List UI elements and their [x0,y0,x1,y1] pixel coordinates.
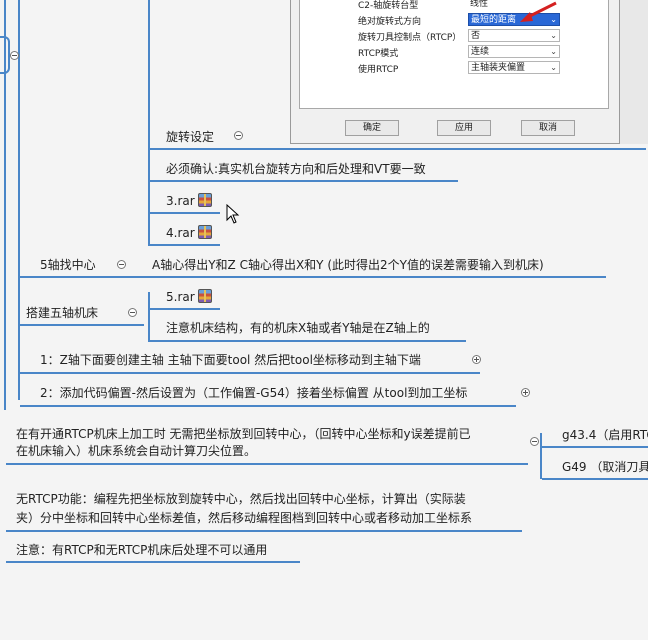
machine-structure-note[interactable]: 注意机床结构，有的机床X轴或者Y轴是在Z轴上的 [166,320,430,336]
step-2-expand[interactable] [521,388,530,397]
prop-label-4: 使用RTCP [358,65,399,75]
rotation-settings-node[interactable]: 旋转设定 [166,129,214,145]
chevron-down-icon: ⌄ [550,47,557,56]
step-2-underline [20,405,516,407]
prop-label-0: C2-轴旋转台型 [358,1,419,11]
cancel-button[interactable]: 取消 [521,120,575,136]
rotation-settings-collapse[interactable] [234,131,243,140]
chevron-down-icon: ⌄ [550,63,557,72]
build-machine-node[interactable]: 搭建五轴机床 [26,305,98,321]
apply-button[interactable]: 应用 [437,120,491,136]
prop-label-3: RTCP模式 [358,49,399,59]
prop-label-1: 绝对旋转式方向 [358,17,422,27]
machine-note-underline [150,340,466,342]
five-axis-center-underline [20,276,136,278]
root-collapse-toggle[interactable] [10,51,19,60]
build-machine-collapse[interactable] [128,308,137,317]
red-arrow-annotation [520,1,557,22]
build-machine-connector [148,292,150,342]
five-axis-center-collapse[interactable] [117,260,126,269]
window-edge [620,0,648,144]
rar-archive-icon [197,193,212,207]
file-3-underline [150,212,220,214]
g49-node[interactable]: G49 （取消刀具 [562,459,648,475]
step-1-node[interactable]: 1：Z轴下面要创建主轴 主轴下面要tool 然后把tool坐标移动到主轴下端 [40,352,421,368]
properties-panel: C2-轴旋转台型 线性 绝对旋转式方向 最短的距离 ⌄ 旋转刀具控制点（RTCP）… [299,0,609,109]
file-5-node[interactable]: 5.rar [166,289,212,305]
no-rtcp-underline [6,530,522,532]
rtcp-note-line2[interactable]: 在机床输入）机床系统会自动计算刀尖位置。 [16,443,256,459]
rtcp-children-connector [540,433,542,479]
rar-archive-icon [197,225,212,239]
step-1-expand[interactable] [472,355,481,364]
rtcp-control-select[interactable]: 否 ⌄ [468,29,560,42]
rtcp-note-line1[interactable]: 在有开通RTCP机床上加工时 无需把坐标放到回转中心，（回转中心坐标和y误差提前… [16,426,471,442]
rtcp-mode-select[interactable]: 连续 ⌄ [468,45,560,58]
step-1-underline [20,372,480,374]
must-confirm-underline [150,180,458,182]
five-axis-note-underline [136,276,606,278]
file-3-node[interactable]: 3.rar [166,193,212,209]
use-rtcp-select[interactable]: 主轴装夹偏置 ⌄ [468,61,560,74]
no-rtcp-line2[interactable]: 夹）分中坐标和回转中心坐标差值，然后移动编程图档到回转中心或者移动加工坐标系 [16,510,472,526]
prop-label-2: 旋转刀具控制点（RTCP） [358,33,462,43]
rtcp-note-collapse[interactable] [530,437,539,446]
g434-node[interactable]: g43.4（启用RTC [562,427,648,443]
attention-node[interactable]: 注意：有RTCP和无RTCP机床后处理不可以通用 [16,542,267,558]
rotation-settings-underline [150,148,646,150]
root-node-edge [0,36,10,74]
chevron-down-icon: ⌄ [550,31,557,40]
settings-dialog: C2-轴旋转台型 线性 绝对旋转式方向 最短的距离 ⌄ 旋转刀具控制点（RTCP）… [290,0,620,144]
rar-archive-icon [197,289,212,303]
rtcp-note-underline [6,463,528,465]
no-rtcp-line1[interactable]: 无RTCP功能：编程先把坐标放到旋转中心，然后找出回转中心坐标，计算出（实际装 [16,491,466,507]
build-machine-underline [20,324,144,326]
file-5-underline [150,308,220,310]
five-axis-center-note[interactable]: A轴心得出Y和Z C轴心得出X和Y (此时得出2个Y值的误差需要输入到机床) [152,257,544,273]
attention-underline [6,561,300,563]
group-connector [148,0,150,246]
g434-underline [542,446,648,448]
mouse-cursor-icon [226,204,240,224]
tree-branch-spine [18,0,20,400]
file-4-node[interactable]: 4.rar [166,225,212,241]
five-axis-center-node[interactable]: 5轴找中心 [40,257,96,273]
g49-underline [542,478,648,480]
step-2-node[interactable]: 2：添加代码偏置-然后设置为（工作偏置-G54）接着坐标偏置 从tool到加工坐… [40,385,467,401]
file-4-underline [150,244,220,246]
must-confirm-node[interactable]: 必须确认:真实机台旋转方向和后处理和VT要一致 [166,161,426,177]
ok-button[interactable]: 确定 [345,120,399,136]
